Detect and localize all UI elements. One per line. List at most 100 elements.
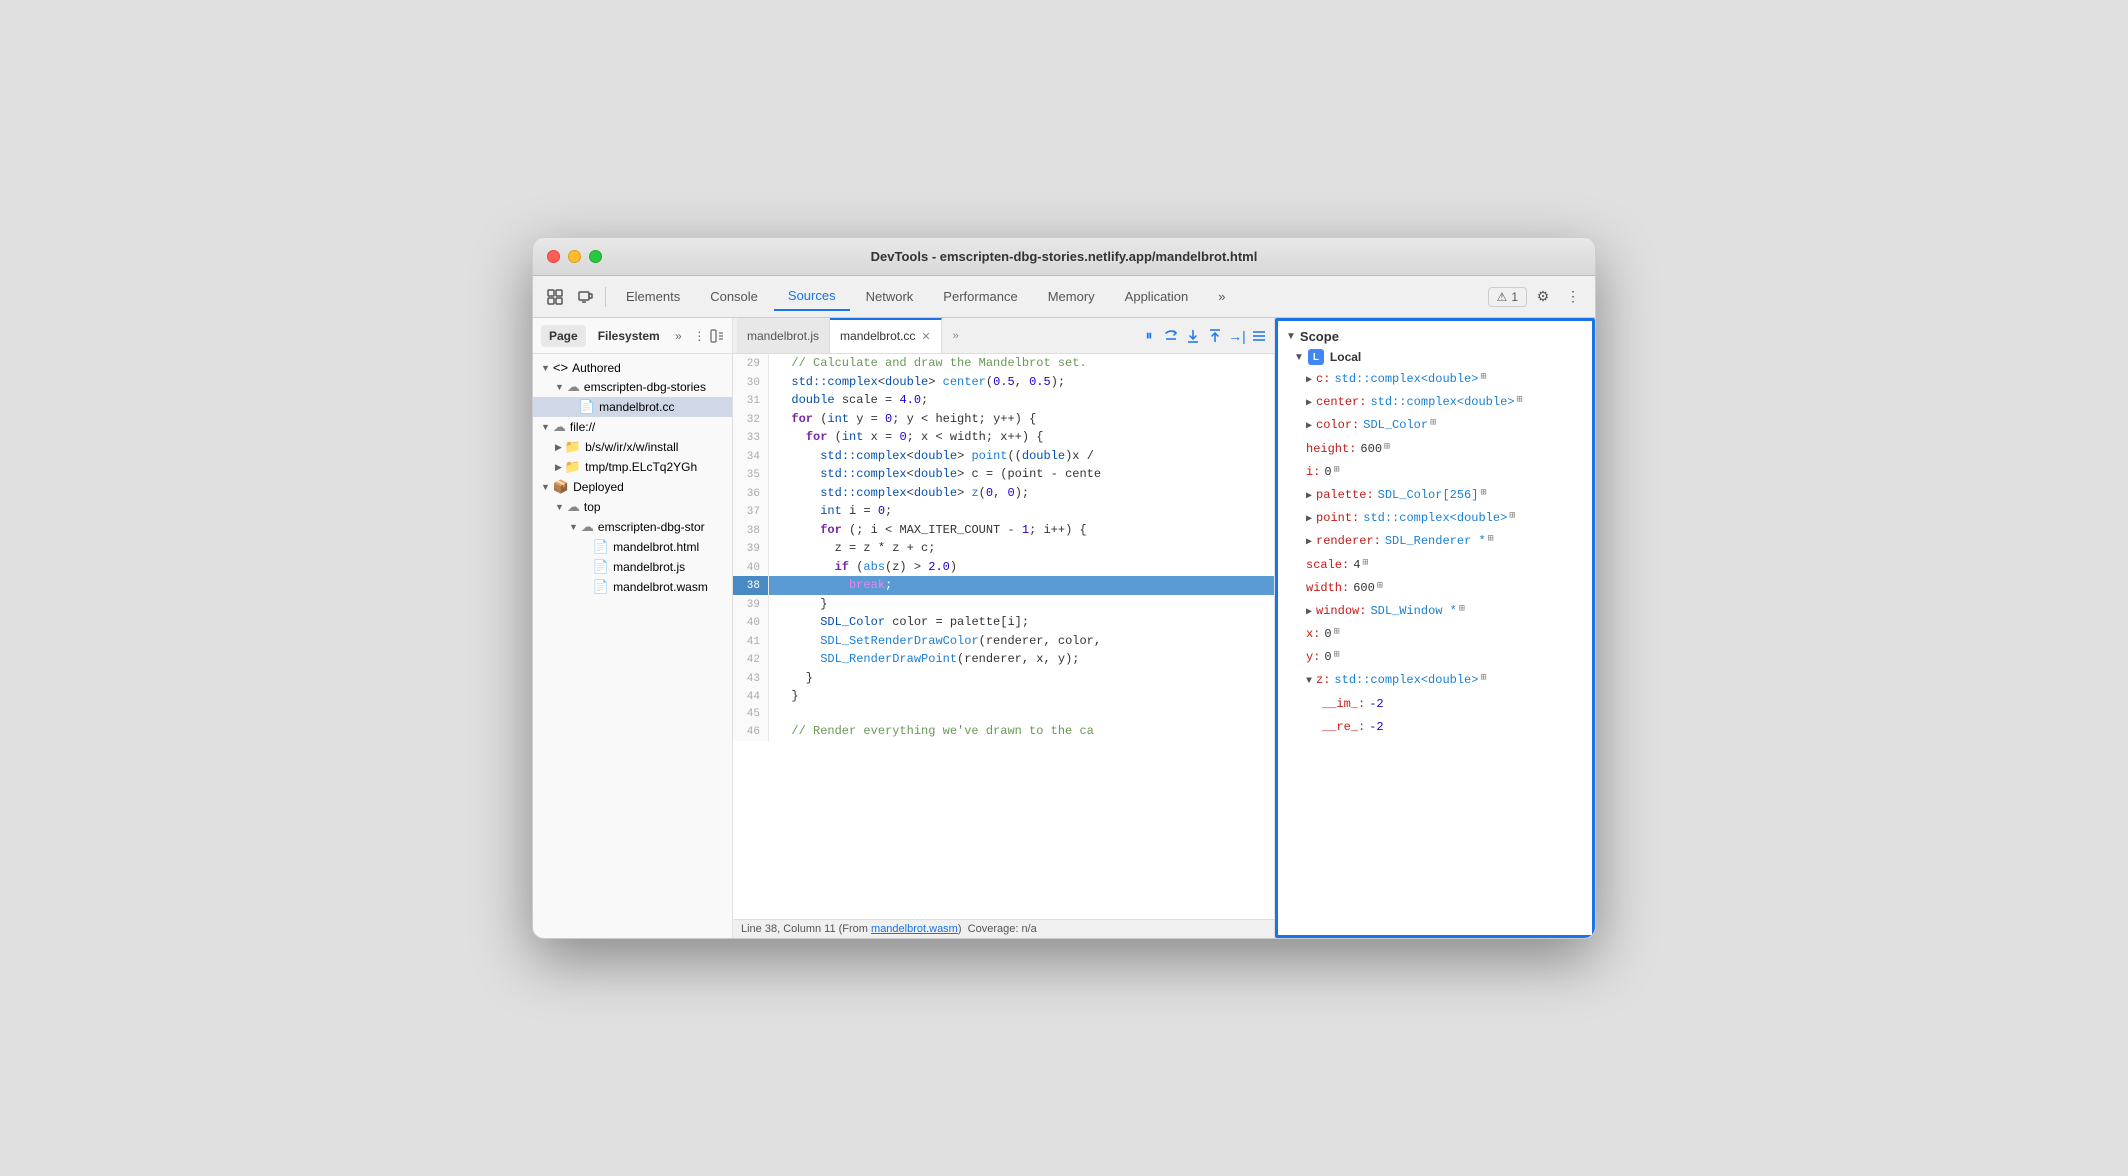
- line-content-46: }: [769, 669, 1274, 688]
- tab-application[interactable]: Application: [1111, 283, 1203, 310]
- tab-sources[interactable]: Sources: [774, 282, 850, 311]
- line-content-44: SDL_SetRenderDrawColor(renderer, color,: [769, 632, 1274, 651]
- var-palette-arrow: ▶: [1306, 489, 1312, 505]
- var-color[interactable]: ▶ color: SDL_Color ⊞: [1278, 414, 1592, 437]
- tree-section-file[interactable]: ▼ ☁ file://: [533, 417, 732, 437]
- line-num-38: 38: [733, 521, 769, 540]
- var-center-type: std::complex<double>: [1370, 393, 1514, 412]
- tab-elements[interactable]: Elements: [612, 283, 694, 310]
- tab-mandelbrot-cc[interactable]: mandelbrot.cc ✕: [830, 318, 942, 353]
- var-center-arrow: ▶: [1306, 396, 1312, 412]
- folder-tmp-icon: 📁: [565, 459, 581, 475]
- tree-section-authored[interactable]: ▼ <> Authored: [533, 358, 732, 377]
- var-x-name: x:: [1306, 625, 1320, 644]
- tree-file-mandelbrot-cc[interactable]: ▶ 📄 mandelbrot.cc: [533, 397, 732, 417]
- var-width-grid: ⊞: [1377, 579, 1383, 595]
- line-num-34: 34: [733, 447, 769, 466]
- device-icon[interactable]: [571, 283, 599, 311]
- var-x-grid: ⊞: [1334, 625, 1340, 641]
- line-content-43: SDL_Color color = palette[i];: [769, 613, 1274, 632]
- tree-file-js[interactable]: ▶ 📄 mandelbrot.js: [533, 557, 732, 577]
- var-palette-grid: ⊞: [1480, 486, 1486, 502]
- folder-install-icon: 📁: [565, 439, 581, 455]
- tab-more[interactable]: »: [1204, 283, 1239, 310]
- tab-performance[interactable]: Performance: [929, 283, 1031, 310]
- code-tab-more[interactable]: »: [942, 322, 970, 350]
- code-line-43: 40 SDL_Color color = palette[i];: [733, 613, 1274, 632]
- var-c[interactable]: ▶ c: std::complex<double> ⊞: [1278, 368, 1592, 391]
- line-num-49: 46: [733, 722, 769, 741]
- line-content-49: // Render everything we've drawn to the …: [769, 722, 1274, 741]
- top-triangle: ▼: [555, 502, 564, 512]
- var-height-grid: ⊞: [1384, 440, 1390, 456]
- status-text: Line 38, Column 11 (From mandelbrot.wasm…: [741, 923, 1037, 935]
- var-renderer-grid: ⊞: [1488, 532, 1494, 548]
- var-palette[interactable]: ▶ palette: SDL_Color[256] ⊞: [1278, 484, 1592, 507]
- line-content-37: int i = 0;: [769, 502, 1274, 521]
- var-point-arrow: ▶: [1306, 512, 1312, 528]
- scope-label: Scope: [1300, 329, 1339, 344]
- code-tab-bar: mandelbrot.js mandelbrot.cc ✕ » ⏸: [733, 318, 1274, 354]
- code-line-49: 46 // Render everything we've drawn to t…: [733, 722, 1274, 741]
- source-link[interactable]: mandelbrot.wasm: [871, 923, 958, 935]
- debug-continue-icon[interactable]: →|: [1226, 325, 1248, 347]
- line-content-40: if (abs(z) > 2.0): [769, 558, 1274, 577]
- inspect-icon[interactable]: [541, 283, 569, 311]
- code-line-46: 43 }: [733, 669, 1274, 688]
- var-y: y: 0 ⊞: [1278, 646, 1592, 669]
- window-controls: [547, 250, 602, 263]
- tree-deployed-top[interactable]: ▼ ☁ top: [533, 497, 732, 517]
- var-scale-name: scale:: [1306, 556, 1349, 575]
- tree-file-html[interactable]: ▶ 📄 mandelbrot.html: [533, 537, 732, 557]
- window-title: DevTools - emscripten-dbg-stories.netlif…: [871, 249, 1258, 264]
- sidebar-menu-icon[interactable]: ⋮: [693, 326, 706, 346]
- settings-icon[interactable]: ⚙: [1529, 283, 1557, 311]
- close-button[interactable]: [547, 250, 560, 263]
- debug-pause-icon[interactable]: ⏸: [1138, 325, 1160, 347]
- line-num-40: 40: [733, 558, 769, 577]
- folder-tmp-label: tmp/tmp.ELcTq2YGh: [585, 460, 697, 474]
- tab-cc-label: mandelbrot.cc: [840, 329, 915, 343]
- code-line-40: 40 if (abs(z) > 2.0): [733, 558, 1274, 577]
- tree-deployed-cloud[interactable]: ▼ ☁ emscripten-dbg-stor: [533, 517, 732, 537]
- var-color-arrow: ▶: [1306, 419, 1312, 435]
- sidebar-collapse-icon[interactable]: [710, 326, 724, 346]
- minimize-button[interactable]: [568, 250, 581, 263]
- local-label: Local: [1330, 350, 1361, 364]
- sidebar-tab-filesystem[interactable]: Filesystem: [590, 325, 668, 347]
- tree-cloud-authored[interactable]: ▼ ☁ emscripten-dbg-stories: [533, 377, 732, 397]
- var-renderer-arrow: ▶: [1306, 535, 1312, 551]
- maximize-button[interactable]: [589, 250, 602, 263]
- var-renderer[interactable]: ▶ renderer: SDL_Renderer * ⊞: [1278, 530, 1592, 553]
- var-center[interactable]: ▶ center: std::complex<double> ⊞: [1278, 391, 1592, 414]
- var-c-name: c:: [1316, 370, 1330, 389]
- var-z[interactable]: ▼ z: std::complex<double> ⊞: [1278, 669, 1592, 692]
- more-icon[interactable]: ⋮: [1559, 283, 1587, 311]
- code-line-34: 34 std::complex<double> point((double)x …: [733, 447, 1274, 466]
- tab-network[interactable]: Network: [852, 283, 928, 310]
- debug-step-over-icon[interactable]: [1160, 325, 1182, 347]
- tree-section-deployed[interactable]: ▼ 📦 Deployed: [533, 477, 732, 497]
- sidebar-tab-page[interactable]: Page: [541, 325, 586, 347]
- code-area[interactable]: 29 // Calculate and draw the Mandelbrot …: [733, 354, 1274, 919]
- tab-memory[interactable]: Memory: [1034, 283, 1109, 310]
- debug-deactivate-icon[interactable]: [1248, 325, 1270, 347]
- scope-local[interactable]: ▼ L Local: [1278, 346, 1592, 368]
- var-point[interactable]: ▶ point: std::complex<double> ⊞: [1278, 507, 1592, 530]
- line-num-45: 42: [733, 650, 769, 669]
- var-point-grid: ⊞: [1509, 509, 1515, 525]
- debug-step-into-icon[interactable]: [1182, 325, 1204, 347]
- warning-badge[interactable]: ⚠ 1: [1488, 287, 1527, 307]
- close-tab-icon[interactable]: ✕: [921, 330, 930, 343]
- tab-console[interactable]: Console: [696, 283, 772, 310]
- var-window[interactable]: ▶ window: SDL_Window * ⊞: [1278, 600, 1592, 623]
- tab-mandelbrot-js[interactable]: mandelbrot.js: [737, 318, 830, 353]
- file-js-label: mandelbrot.js: [613, 560, 685, 574]
- var-i-grid: ⊞: [1334, 463, 1340, 479]
- warning-count: 1: [1511, 290, 1518, 304]
- tree-folder-install[interactable]: ▶ 📁 b/s/w/ir/x/w/install: [533, 437, 732, 457]
- sidebar-more-icon[interactable]: »: [672, 326, 685, 346]
- tree-folder-tmp[interactable]: ▶ 📁 tmp/tmp.ELcTq2YGh: [533, 457, 732, 477]
- tree-file-wasm[interactable]: ▶ 📄 mandelbrot.wasm: [533, 577, 732, 597]
- debug-step-out-icon[interactable]: [1204, 325, 1226, 347]
